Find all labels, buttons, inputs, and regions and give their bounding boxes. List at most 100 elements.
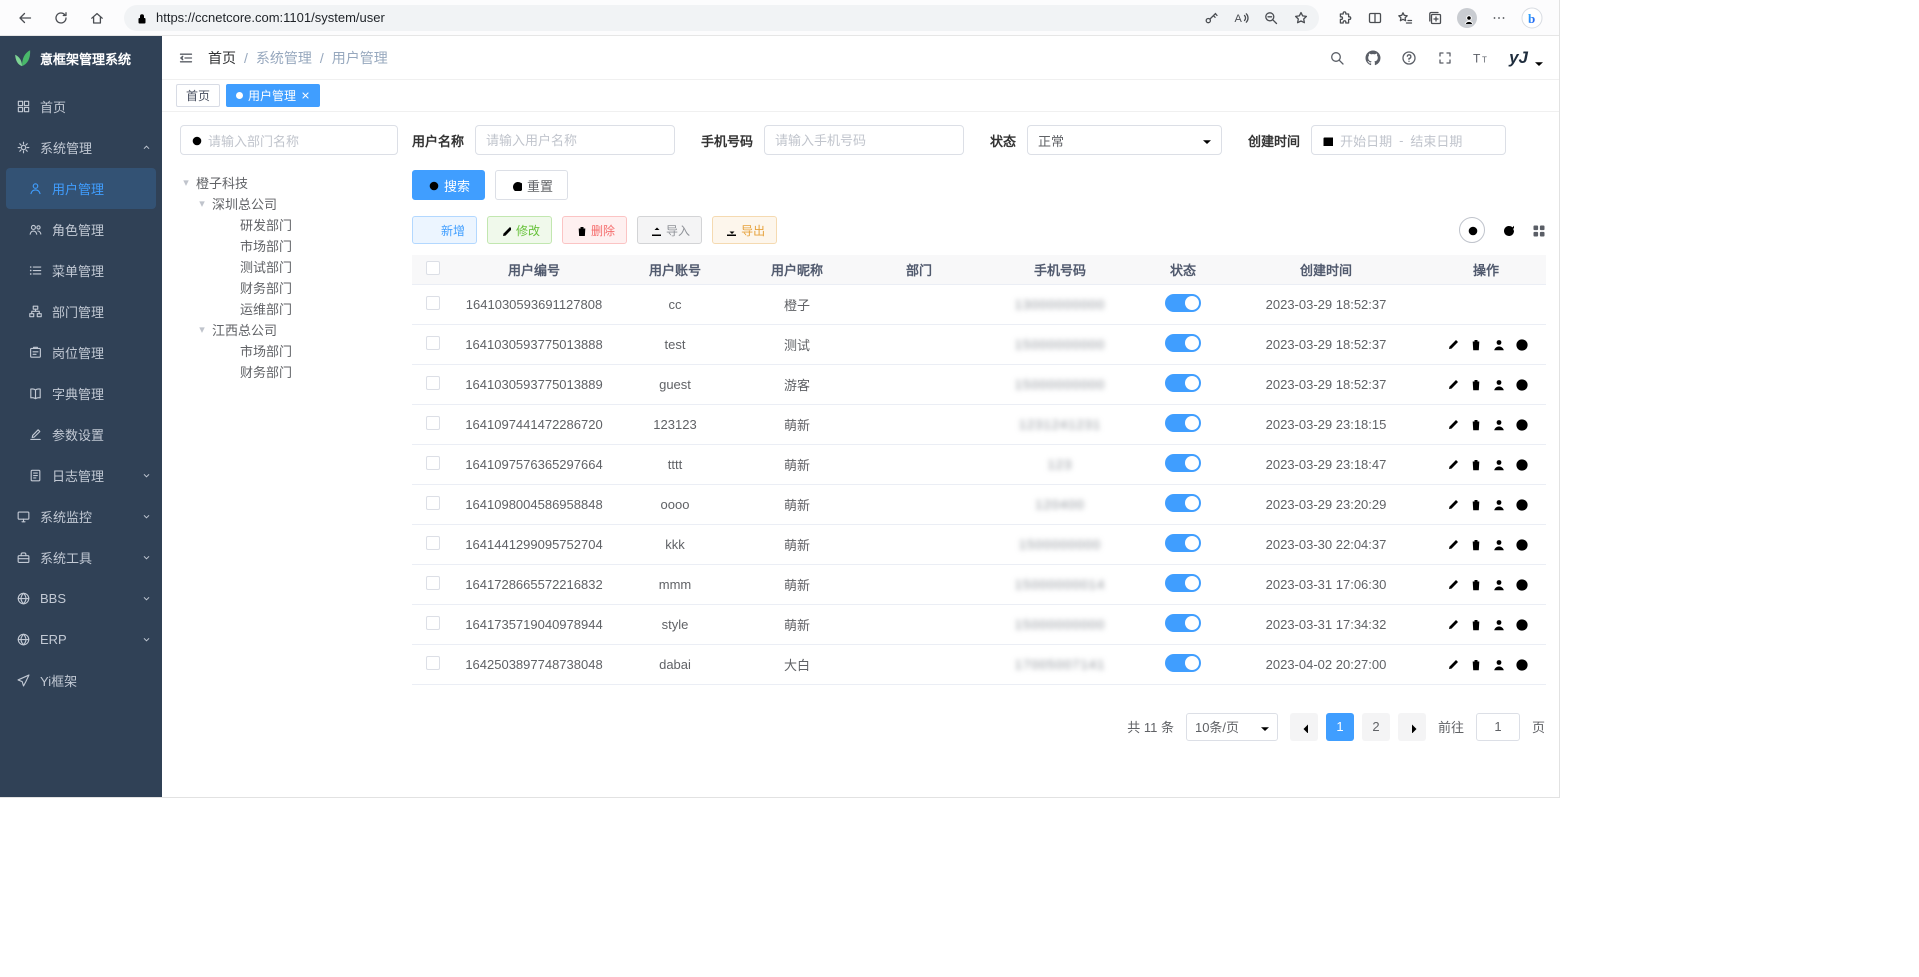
sidebar-item-dept[interactable]: 部门管理 xyxy=(0,291,162,332)
sidebar-item-dict[interactable]: 字典管理 xyxy=(0,373,162,414)
reset-password-icon[interactable] xyxy=(1491,337,1505,351)
assign-role-icon[interactable] xyxy=(1514,377,1528,391)
assign-role-icon[interactable] xyxy=(1514,457,1528,471)
refresh-button[interactable] xyxy=(46,4,76,32)
refresh-table-button[interactable] xyxy=(1501,223,1515,237)
tab-home[interactable]: 首页 xyxy=(176,84,220,107)
tree-node[interactable]: 研发部门 xyxy=(180,214,398,235)
breadcrumb-system[interactable]: 系统管理 xyxy=(256,48,312,68)
row-edit-icon[interactable] xyxy=(1445,657,1459,671)
reset-password-icon[interactable] xyxy=(1491,617,1505,631)
home-button[interactable] xyxy=(82,4,112,32)
prev-page-button[interactable] xyxy=(1290,713,1318,741)
github-icon[interactable] xyxy=(1365,50,1381,66)
row-edit-icon[interactable] xyxy=(1445,537,1459,551)
next-page-button[interactable] xyxy=(1398,713,1426,741)
search-button[interactable]: 搜索 xyxy=(412,170,485,200)
assign-role-icon[interactable] xyxy=(1514,497,1528,511)
column-settings-button[interactable] xyxy=(1531,223,1545,237)
row-edit-icon[interactable] xyxy=(1445,417,1459,431)
caret-down-icon[interactable]: ▾ xyxy=(196,323,208,336)
menu-fold-icon[interactable] xyxy=(178,50,194,66)
row-edit-icon[interactable] xyxy=(1445,457,1459,471)
split-screen-icon[interactable] xyxy=(1367,10,1383,26)
status-toggle[interactable] xyxy=(1165,334,1201,352)
row-edit-icon[interactable] xyxy=(1445,337,1459,351)
sidebar-item-param[interactable]: 参数设置 xyxy=(0,414,162,455)
row-delete-icon[interactable] xyxy=(1468,577,1482,591)
password-key-icon[interactable] xyxy=(1203,10,1219,26)
page-button-1[interactable]: 1 xyxy=(1326,713,1354,741)
row-edit-icon[interactable] xyxy=(1445,497,1459,511)
collections-icon[interactable] xyxy=(1427,10,1443,26)
username-input[interactable] xyxy=(475,125,675,155)
row-checkbox[interactable] xyxy=(426,456,440,470)
row-delete-icon[interactable] xyxy=(1468,617,1482,631)
tree-node[interactable]: 运维部门 xyxy=(180,298,398,319)
jump-page-input[interactable] xyxy=(1476,713,1520,741)
font-size-icon[interactable]: TT xyxy=(1473,50,1489,66)
assign-role-icon[interactable] xyxy=(1514,617,1528,631)
row-delete-icon[interactable] xyxy=(1468,417,1482,431)
status-toggle[interactable] xyxy=(1165,494,1201,512)
tree-node[interactable]: ▾深圳总公司 xyxy=(180,193,398,214)
row-delete-icon[interactable] xyxy=(1468,657,1482,671)
tree-node[interactable]: 财务部门 xyxy=(180,361,398,382)
page-button-2[interactable]: 2 xyxy=(1362,713,1390,741)
assign-role-icon[interactable] xyxy=(1514,657,1528,671)
reset-password-icon[interactable] xyxy=(1491,377,1505,391)
import-button[interactable]: 导入 xyxy=(637,216,702,244)
tree-node[interactable]: ▾江西总公司 xyxy=(180,319,398,340)
sidebar-item-menu[interactable]: 菜单管理 xyxy=(0,250,162,291)
assign-role-icon[interactable] xyxy=(1514,537,1528,551)
row-checkbox[interactable] xyxy=(426,576,440,590)
zoom-out-icon[interactable] xyxy=(1263,10,1279,26)
row-delete-icon[interactable] xyxy=(1468,337,1482,351)
status-toggle[interactable] xyxy=(1165,454,1201,472)
row-delete-icon[interactable] xyxy=(1468,457,1482,471)
header-search-icon[interactable] xyxy=(1329,50,1345,66)
sidebar-item-yi[interactable]: Yi框架 xyxy=(0,660,162,701)
sidebar-item-system[interactable]: 系统管理 xyxy=(0,127,162,168)
reset-password-icon[interactable] xyxy=(1491,577,1505,591)
row-checkbox[interactable] xyxy=(426,656,440,670)
row-checkbox[interactable] xyxy=(426,416,440,430)
page-size-select[interactable]: 10条/页 xyxy=(1186,713,1278,741)
status-toggle[interactable] xyxy=(1165,654,1201,672)
status-toggle[interactable] xyxy=(1165,294,1201,312)
copilot-bing-icon[interactable]: b xyxy=(1521,7,1543,29)
fullscreen-icon[interactable] xyxy=(1437,50,1453,66)
reset-password-icon[interactable] xyxy=(1491,457,1505,471)
sidebar-item-erp[interactable]: ERP xyxy=(0,619,162,660)
row-delete-icon[interactable] xyxy=(1468,377,1482,391)
reset-button[interactable]: 重置 xyxy=(495,170,568,200)
phone-input[interactable] xyxy=(764,125,964,155)
row-edit-icon[interactable] xyxy=(1445,377,1459,391)
tree-node[interactable]: 市场部门 xyxy=(180,340,398,361)
reset-password-icon[interactable] xyxy=(1491,657,1505,671)
read-aloud-icon[interactable]: A xyxy=(1233,10,1249,26)
row-delete-icon[interactable] xyxy=(1468,497,1482,511)
row-checkbox[interactable] xyxy=(426,616,440,630)
sidebar-item-role[interactable]: 角色管理 xyxy=(0,209,162,250)
more-menu-icon[interactable] xyxy=(1491,10,1507,26)
status-toggle[interactable] xyxy=(1165,574,1201,592)
row-checkbox[interactable] xyxy=(426,536,440,550)
assign-role-icon[interactable] xyxy=(1514,417,1528,431)
export-button[interactable]: 导出 xyxy=(712,216,777,244)
back-button[interactable] xyxy=(10,4,40,32)
toggle-search-button[interactable] xyxy=(1459,217,1485,243)
reset-password-icon[interactable] xyxy=(1491,417,1505,431)
status-toggle[interactable] xyxy=(1165,374,1201,392)
tree-node[interactable]: 测试部门 xyxy=(180,256,398,277)
status-toggle[interactable] xyxy=(1165,414,1201,432)
assign-role-icon[interactable] xyxy=(1514,577,1528,591)
row-checkbox[interactable] xyxy=(426,336,440,350)
row-edit-icon[interactable] xyxy=(1445,577,1459,591)
tree-node[interactable]: ▾橙子科技 xyxy=(180,172,398,193)
row-checkbox[interactable] xyxy=(426,376,440,390)
url-text[interactable]: https://ccnetcore.com:1101/system/user xyxy=(156,10,1195,25)
delete-button[interactable]: 删除 xyxy=(562,216,627,244)
add-button[interactable]: 新增 xyxy=(412,216,477,244)
reset-password-icon[interactable] xyxy=(1491,497,1505,511)
